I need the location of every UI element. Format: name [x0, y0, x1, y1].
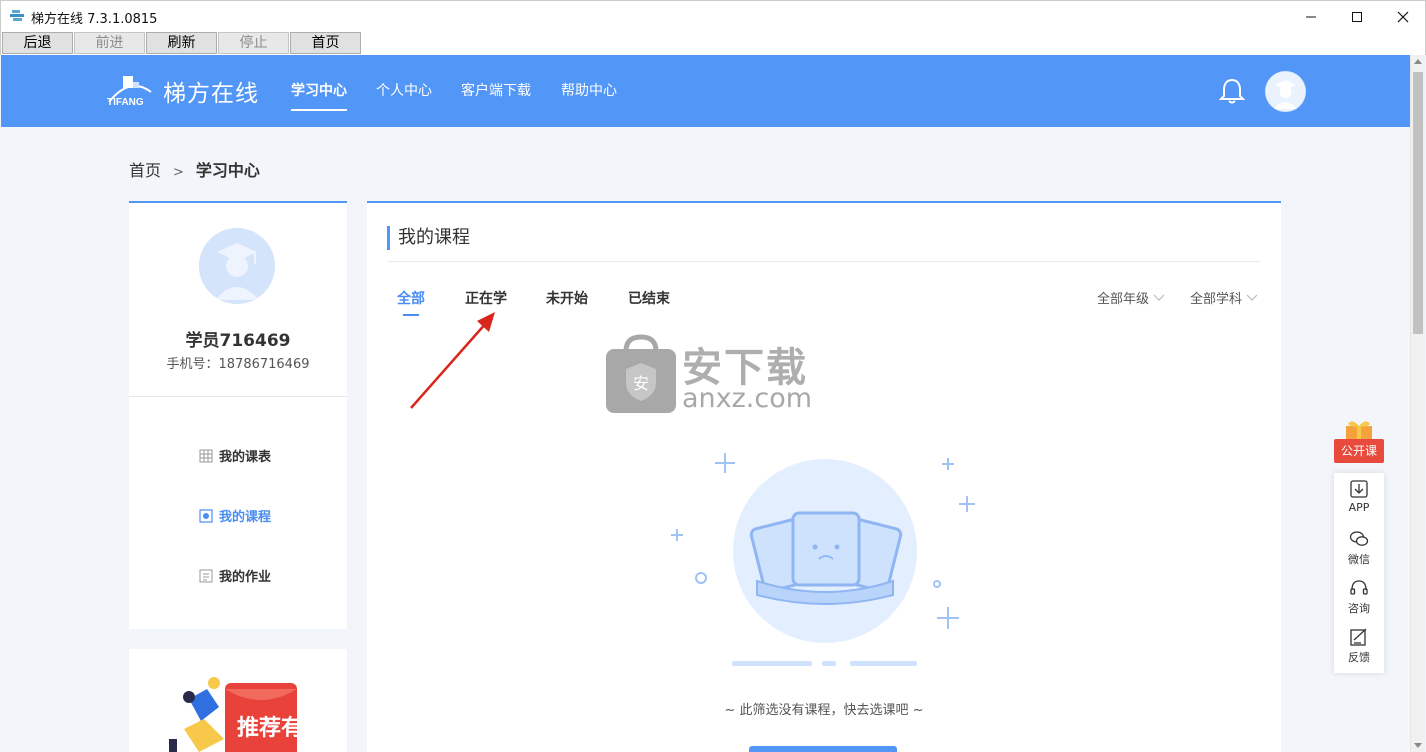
watermark: 安 安下载 anxz.com [604, 333, 820, 415]
edit-icon [1350, 628, 1367, 646]
user-avatar[interactable] [1265, 71, 1306, 112]
refresh-button[interactable]: 刷新 [146, 32, 217, 54]
float-item-label: 反馈 [1348, 651, 1370, 664]
wechat-icon [1349, 531, 1369, 546]
tab-learning[interactable]: 正在学 [465, 288, 507, 308]
site-logo[interactable]: TIFANG 梯方在线 [105, 72, 259, 110]
watermark-site-text: anxz.com [682, 383, 813, 414]
float-item-label: APP [1348, 501, 1370, 514]
close-button[interactable] [1380, 1, 1426, 32]
course-icon [199, 508, 213, 523]
promo-banner[interactable]: 推荐有礼 [129, 649, 347, 752]
download-icon [1350, 480, 1368, 498]
right-float-bar: APP 微信 咨询 反馈 [1334, 473, 1384, 673]
logo-text: 梯方在线 [163, 81, 259, 107]
homework-icon [199, 569, 213, 582]
profile-card: 学员716469 手机号：18786716469 我的课表 我的课程 我的作业 [129, 201, 347, 629]
chevron-down-icon [1246, 294, 1258, 301]
sidebar-item-courses[interactable]: 我的课程 [199, 506, 271, 525]
logo-icon: TIFANG [107, 76, 152, 108]
empty-state-text: ~ 此筛选没有课程，快去选课吧 ~ [724, 703, 924, 718]
window-title: 梯方在线 7.3.1.0815 [31, 12, 158, 27]
scroll-up-icon[interactable] [1414, 59, 1422, 64]
student-avatar-icon [199, 228, 275, 304]
close-icon [1397, 11, 1409, 22]
annotation-arrow-icon [410, 312, 495, 409]
bell-icon[interactable] [1217, 76, 1247, 106]
grade-filter-label: 全部年级 [1097, 292, 1150, 307]
float-item-feedback[interactable]: 反馈 [1334, 627, 1384, 665]
panel-title: 我的课程 [387, 226, 470, 250]
subject-filter-label: 全部学科 [1190, 292, 1243, 307]
breadcrumb-current: 学习中心 [195, 161, 260, 180]
page-scrollbar[interactable] [1410, 55, 1425, 752]
scroll-thumb[interactable] [1413, 72, 1423, 334]
stop-button[interactable]: 停止 [218, 32, 289, 54]
promo-text: 推荐有礼 [237, 715, 325, 741]
open-class-label: 公开课 [1334, 439, 1384, 463]
empty-courses-illustration [671, 453, 975, 666]
back-button[interactable]: 后退 [2, 32, 73, 54]
sidebar-item-label: 我的课表 [219, 450, 272, 465]
watermark-bag-icon: 安 [606, 334, 676, 413]
choose-course-button[interactable] [749, 746, 897, 752]
tab-all[interactable]: 全部 [397, 288, 425, 316]
panel-divider [387, 261, 1261, 262]
calendar-icon [199, 449, 213, 462]
float-item-label: 咨询 [1348, 602, 1370, 615]
forward-button[interactable]: 前进 [74, 32, 145, 54]
sidebar-item-label: 我的课程 [219, 510, 272, 525]
open-class-badge[interactable]: 公开课 [1334, 420, 1384, 464]
sidebar-item-homework[interactable]: 我的作业 [199, 566, 271, 585]
student-phone: 手机号：18786716469 [166, 357, 310, 372]
minimize-button[interactable] [1288, 1, 1334, 32]
nav-learning-center[interactable]: 学习中心 [277, 55, 361, 127]
avatar-icon [1265, 71, 1306, 112]
gift-icon [1346, 421, 1372, 440]
logo-sub-text: TIFANG [107, 97, 144, 108]
breadcrumb: 首页 > 学习中心 [129, 157, 260, 181]
sidebar-item-schedule[interactable]: 我的课表 [199, 446, 271, 465]
promo-illustration: 推荐有礼 [169, 677, 325, 752]
maximize-icon [1352, 11, 1362, 22]
float-item-label: 微信 [1348, 553, 1370, 566]
app-icon [10, 10, 24, 21]
browser-toolbar: 后退 前进 刷新 停止 首页 [0, 31, 1426, 55]
profile-divider [129, 396, 347, 397]
scroll-down-icon[interactable] [1414, 743, 1422, 748]
tab-finished[interactable]: 已结束 [628, 288, 670, 308]
float-item-app[interactable]: APP [1334, 479, 1384, 514]
minimize-icon [1306, 16, 1316, 17]
nav-personal-center[interactable]: 个人中心 [362, 55, 446, 127]
profile-avatar [199, 228, 275, 304]
my-courses-panel: 我的课程 全部 正在学 未开始 已结束 全部年级 全部学科 ~ 此筛选没有课程，… [367, 201, 1281, 752]
nav-help-center[interactable]: 帮助中心 [547, 55, 631, 127]
subject-filter[interactable]: 全部学科 [1190, 288, 1258, 307]
watermark-badge-text: 安 [633, 374, 649, 393]
grade-filter[interactable]: 全部年级 [1097, 288, 1165, 307]
sidebar-item-label: 我的作业 [219, 570, 272, 585]
home-button[interactable]: 首页 [290, 32, 361, 54]
nav-client-download[interactable]: 客户端下载 [447, 55, 545, 127]
maximize-button[interactable] [1334, 1, 1380, 32]
chevron-down-icon [1153, 294, 1165, 301]
float-item-wechat[interactable]: 微信 [1334, 529, 1384, 567]
breadcrumb-separator: > [173, 165, 184, 180]
headset-icon [1350, 580, 1368, 595]
float-item-consult[interactable]: 咨询 [1334, 578, 1384, 616]
window-titlebar: 梯方在线 7.3.1.0815 [0, 0, 1426, 31]
breadcrumb-home[interactable]: 首页 [129, 161, 161, 180]
site-header: TIFANG 梯方在线 学习中心 个人中心 客户端下载 帮助中心 [1, 55, 1410, 127]
student-name: 学员716469 [185, 331, 291, 351]
tab-not-started[interactable]: 未开始 [546, 288, 588, 308]
